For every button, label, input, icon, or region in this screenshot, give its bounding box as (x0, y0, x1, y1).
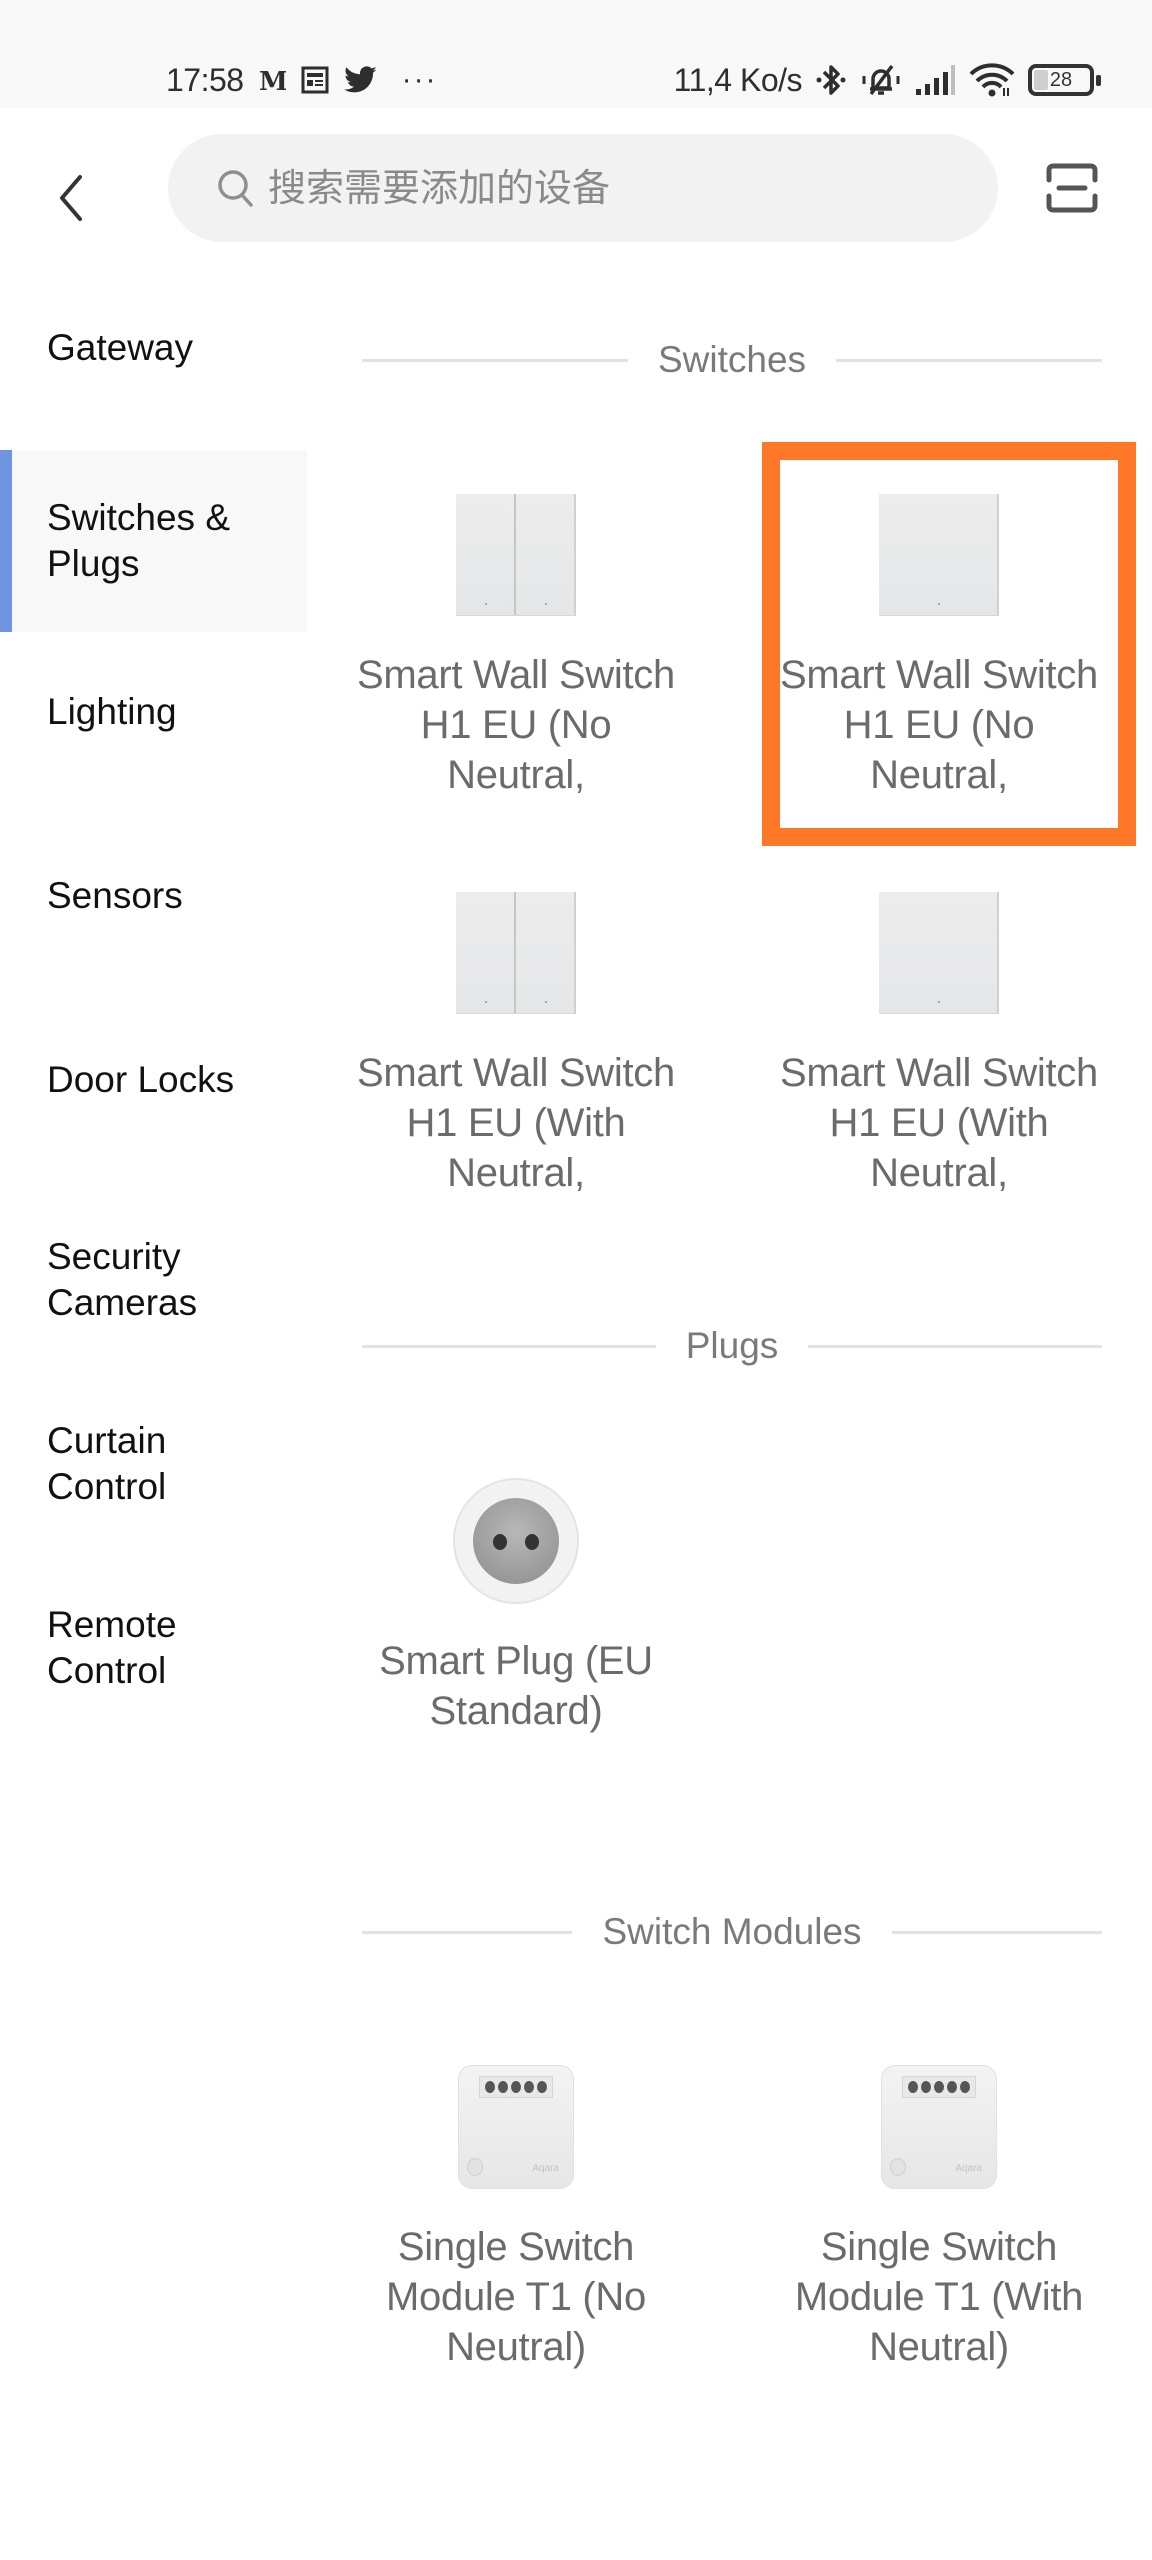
device-card[interactable]: Smart Plug (EU Standard) (316, 1476, 716, 1736)
le-monde-icon: M (258, 65, 286, 95)
device-name: Smart Wall Switch H1 EU (No Neutral, (780, 653, 1098, 797)
sidebar-item-door-locks[interactable]: Door Locks (0, 1050, 307, 1110)
brand-label: Aqara (532, 2163, 559, 2174)
section-header-plugs: Plugs (362, 1316, 1102, 1376)
back-button[interactable] (46, 158, 96, 238)
divider (836, 358, 1102, 362)
search-icon (218, 170, 253, 207)
wifi-icon (968, 62, 1016, 98)
battery-icon: 28 (1028, 64, 1101, 96)
sidebar-item-security-cameras[interactable]: Security Cameras (0, 1232, 307, 1328)
section-title: Plugs (685, 1325, 779, 1366)
news-icon (300, 65, 330, 95)
more-notifications-icon: ··· (401, 63, 438, 96)
scan-icon (1046, 163, 1098, 213)
sidebar-item-remote-control[interactable]: Remote Control (0, 1600, 307, 1696)
sidebar-item-gateway[interactable]: Gateway (0, 318, 307, 378)
device-card[interactable]: Aqara Single Switch Module T1 (With Neut… (739, 2062, 1139, 2372)
device-card[interactable]: Smart Wall Switch H1 EU (With Neutral, (316, 888, 716, 1198)
network-speed: 11,4 Ko/s (673, 61, 803, 98)
device-card[interactable]: Smart Wall Switch H1 EU (With Neutral, (739, 888, 1139, 1198)
device-name: Smart Plug (EU Standard) (379, 1639, 653, 1733)
double-rocker-switch-icon (451, 490, 581, 620)
svg-text:M: M (259, 67, 286, 95)
bluetooth-icon (814, 62, 848, 98)
chevron-left-icon (60, 175, 82, 221)
search-input[interactable] (268, 166, 948, 210)
brand-label: Aqara (955, 2163, 982, 2174)
sidebar-item-sensors[interactable]: Sensors (0, 866, 307, 926)
device-name: Smart Wall Switch H1 EU (With Neutral, (780, 1051, 1098, 1195)
clock: 17:58 (166, 61, 244, 98)
divider (808, 1344, 1102, 1348)
device-name: Single Switch Module T1 (With Neutral) (794, 2225, 1084, 2369)
sidebar-item-lighting[interactable]: Lighting (0, 682, 307, 742)
status-bar: 17:58 M ··· 11,4 Ko/s 28 (0, 0, 1152, 108)
twitter-icon (343, 65, 378, 95)
section-header-switches: Switches (362, 330, 1102, 390)
battery-level: 28 (1049, 68, 1073, 91)
top-bar (0, 108, 1152, 268)
switch-module-icon: Aqara (451, 2062, 581, 2192)
status-bar-left: 17:58 M ··· (166, 58, 438, 102)
silent-mode-icon (860, 62, 902, 98)
device-card-highlighted[interactable]: Smart Wall Switch H1 EU (No Neutral, (739, 490, 1139, 800)
divider (891, 1930, 1103, 1934)
divider (362, 1930, 573, 1934)
single-rocker-switch-icon (874, 888, 1004, 1018)
device-name: Smart Wall Switch H1 EU (No Neutral, (357, 653, 675, 797)
single-rocker-switch-icon (874, 490, 1004, 620)
section-title: Switches (657, 339, 807, 380)
double-rocker-switch-icon (451, 888, 581, 1018)
section-header-switch-modules: Switch Modules (362, 1902, 1103, 1962)
search-bar[interactable] (168, 134, 998, 242)
divider (362, 358, 628, 362)
section-title: Switch Modules (602, 1911, 862, 1952)
device-name: Smart Wall Switch H1 EU (With Neutral, (357, 1051, 675, 1195)
sidebar-item-switches-plugs[interactable]: Switches & Plugs (0, 450, 307, 632)
device-card[interactable]: Smart Wall Switch H1 EU (No Neutral, (316, 490, 716, 800)
status-bar-right: 11,4 Ko/s 28 (673, 58, 1101, 102)
device-name: Single Switch Module T1 (No Neutral) (386, 2225, 646, 2369)
eu-plug-icon (451, 1476, 581, 1606)
switch-module-icon: Aqara (874, 2062, 1004, 2192)
scan-button[interactable] (1044, 160, 1100, 216)
signal-icon (914, 63, 956, 97)
divider (362, 1344, 656, 1348)
category-sidebar: Gateway Switches & Plugs Lighting Sensor… (0, 268, 307, 2560)
device-card[interactable]: Aqara Single Switch Module T1 (No Neutra… (316, 2062, 716, 2372)
sidebar-item-curtain-control[interactable]: Curtain Control (0, 1416, 307, 1512)
